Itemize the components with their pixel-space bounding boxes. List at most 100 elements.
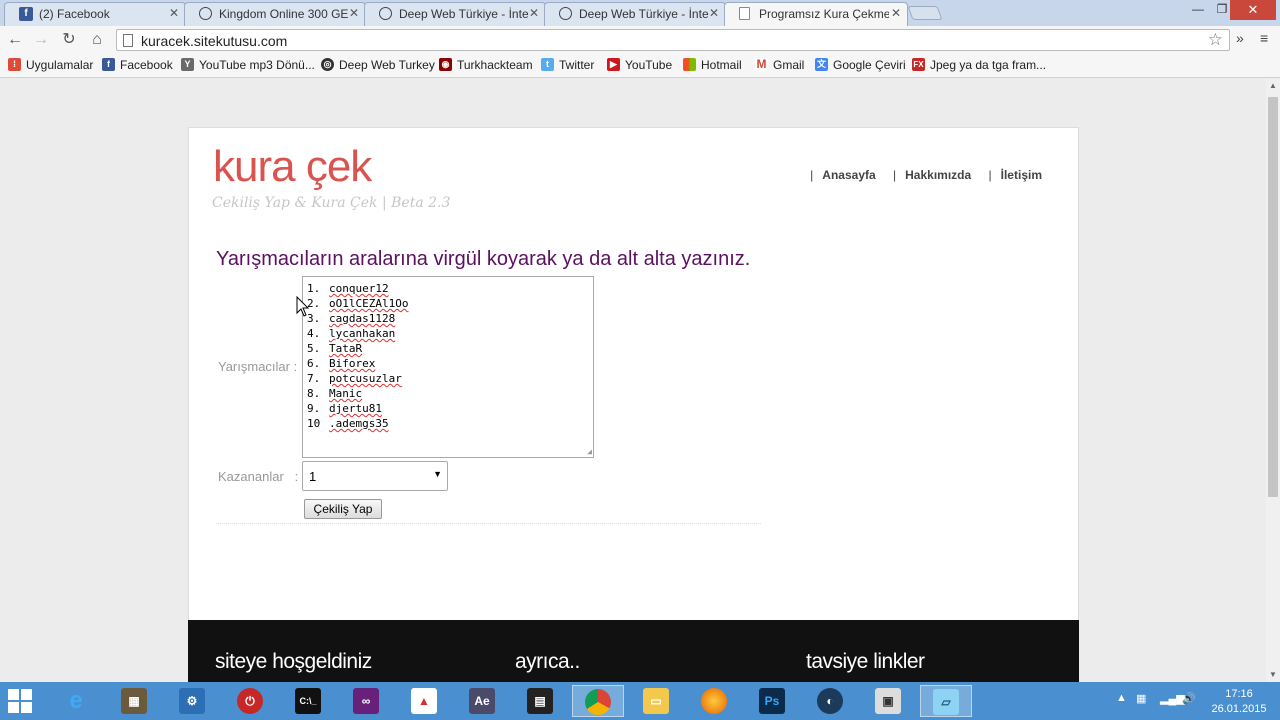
list-item: 7. potcusuzlar [307,371,589,386]
menu-icon[interactable]: ≡ [1260,30,1268,46]
nav-link-hakkimizda[interactable]: Hakkımızda [905,168,971,182]
tray-expand-icon[interactable]: ▲ [1116,692,1127,704]
bookmark-hotmail[interactable]: Hotmail [683,58,742,72]
item-number: 5. [307,342,321,355]
reload-icon[interactable]: ↻ [58,30,80,50]
dropdown-arrow-icon: ▼ [433,469,442,479]
home-icon[interactable]: ⌂ [86,30,108,50]
bookmark-uygulamalar[interactable]: ⁞ Uygulamalar [8,58,93,72]
footer-heading-welcome: siteye hoşgeldiniz [215,650,372,673]
bookmark-star-icon[interactable]: ☆ [1208,30,1223,50]
bookmark-deep-web-turkey[interactable]: ◎ Deep Web Turkey [321,58,435,72]
bookmark-label: Hotmail [701,58,742,72]
chrome-icon[interactable] [572,685,624,717]
bookmark-label: YouTube mp3 Dönü... [199,58,315,72]
tab-kingdom-online[interactable]: Kingdom Online 300 GEM ✕ [184,2,366,26]
speaker-icon[interactable]: 🔊 [1182,692,1196,705]
bookmark-gmail[interactable]: M Gmail [755,58,804,72]
bookmark-youtube-mp3[interactable]: Y YouTube mp3 Dönü... [181,58,315,72]
file-explorer-icon[interactable]: ▭ [630,685,682,717]
mouse-cursor-icon [296,296,310,317]
notes-app-icon[interactable]: ▱ [920,685,972,717]
turkhackteam-icon: ◉ [439,58,452,71]
extensions-chevron-icon[interactable]: » [1236,30,1244,46]
fx-icon: FX [912,58,925,71]
clock-date: 26.01.2015 [1211,703,1267,715]
item-name: cagdas1128 [329,312,396,325]
list-item: 6. Biforex [307,356,589,371]
sound-app-icon[interactable]: ◐ [804,685,856,717]
window-close-button[interactable]: ✕ [1230,0,1276,20]
list-item: 2. oO1lCEZAl1Oo [307,296,589,311]
new-tab-button[interactable] [907,6,943,20]
close-icon[interactable]: ✕ [709,6,719,20]
vertical-scrollbar[interactable]: ▲ ▼ [1266,79,1280,682]
scroll-up-icon[interactable]: ▲ [1266,79,1280,93]
site-logo[interactable]: kura çek [213,142,372,192]
tab-title: Deep Web Türkiye - İntern [579,7,709,21]
bookmark-youtube[interactable]: ▶ YouTube [607,58,672,72]
bookmark-twitter[interactable]: t Twitter [541,58,594,72]
visual-studio-icon[interactable]: ∞ [340,685,392,717]
network-device-icon[interactable]: ▦ [1136,692,1146,705]
command-prompt-icon[interactable]: C:\_ [282,685,334,717]
control-panel-icon[interactable]: ⚙ [166,685,218,717]
power-app-icon[interactable]: ⏻ [224,685,276,717]
list-item: 10 .ademgs35 [307,416,589,431]
signal-icon[interactable]: ▂▄▆ [1160,692,1185,705]
after-effects-icon[interactable]: Ae [456,685,508,717]
internet-explorer-icon[interactable]: e [50,685,102,717]
bookmark-google-translate[interactable]: 文 Google Çeviri [815,58,906,72]
address-bar[interactable]: kuracek.sitekutusu.com ☆ [116,29,1230,51]
scroll-down-icon[interactable]: ▼ [1266,668,1280,682]
back-arrow-icon[interactable]: ← [4,30,26,50]
item-name: oO1lCEZAl1Oo [329,297,409,310]
shape-app-icon[interactable]: ▲ [398,685,450,717]
nav-separator: | [988,168,992,182]
bookmark-label: Deep Web Turkey [339,58,435,72]
list-item: 4. lycanhakan [307,326,589,341]
list-item: 5. TataR [307,341,589,356]
minimize-button[interactable]: — [1186,2,1210,16]
close-icon[interactable]: ✕ [529,6,539,20]
close-icon[interactable]: ✕ [169,6,179,20]
bookmark-facebook[interactable]: f Facebook [102,58,173,72]
resize-grip-icon[interactable]: ◢ [587,447,592,456]
tab-facebook[interactable]: f (2) Facebook ✕ [4,2,186,26]
tab-deep-web-2[interactable]: Deep Web Türkiye - İntern ✕ [544,2,726,26]
monitor-app-icon[interactable]: ▣ [862,685,914,717]
item-name: conquer12 [329,282,389,295]
list-item: 1. conquer12 [307,281,589,296]
scroll-thumb[interactable] [1268,97,1278,497]
bookmark-jpeg-tga[interactable]: FX Jpeg ya da tga fram... [912,58,1046,72]
site-footer: siteye hoşgeldiniz ayrıca.. tavsiye link… [188,620,1079,682]
youtube-mp3-icon: Y [181,58,194,71]
item-name: potcusuzlar [329,372,402,385]
winners-label: Kazananlar : [218,469,298,484]
winners-count-select[interactable]: 1 ▼ [302,461,448,491]
bookmark-turkhackteam[interactable]: ◉ Turkhackteam [439,58,533,72]
windows-taskbar: e ▦ ⚙ ⏻ C:\_ ∞ ▲ Ae ▤ ▭ Ps ◐ ▣ ▱ ▲ ▦ ▂▄▆… [0,682,1280,720]
system-clock[interactable]: 17:16 26.01.2015 [1204,687,1274,717]
doc-app-icon[interactable]: ▦ [108,685,160,717]
nav-link-iletisim[interactable]: İletişim [1001,168,1042,182]
list-item: 3. cagdas1128 [307,311,589,326]
firefox-icon[interactable] [688,685,740,717]
draw-button[interactable]: Çekiliş Yap [304,499,382,519]
browser-tab-strip: f (2) Facebook ✕ Kingdom Online 300 GEM … [0,0,1280,26]
tab-deep-web-1[interactable]: Deep Web Türkiye - İntern ✕ [364,2,546,26]
film-editor-icon[interactable]: ▤ [514,685,566,717]
item-number: 6. [307,357,321,370]
forward-arrow-icon[interactable]: → [30,30,52,50]
nav-link-anasayfa[interactable]: Anasayfa [822,168,875,182]
photoshop-icon[interactable]: Ps [746,685,798,717]
close-icon[interactable]: ✕ [891,6,901,20]
item-name: TataR [329,342,363,355]
close-icon[interactable]: ✕ [349,6,359,20]
tab-kura-cekme[interactable]: Programsız Kura Çekme & ✕ [724,2,908,26]
start-button[interactable] [8,689,34,715]
tab-title: Kingdom Online 300 GEM [219,7,349,21]
apps-icon: ⁞ [8,58,21,71]
contestants-textarea[interactable]: 1. conquer12 2. oO1lCEZAl1Oo 3. cagdas1128 … [302,276,594,458]
tab-title: (2) Facebook [39,7,110,21]
